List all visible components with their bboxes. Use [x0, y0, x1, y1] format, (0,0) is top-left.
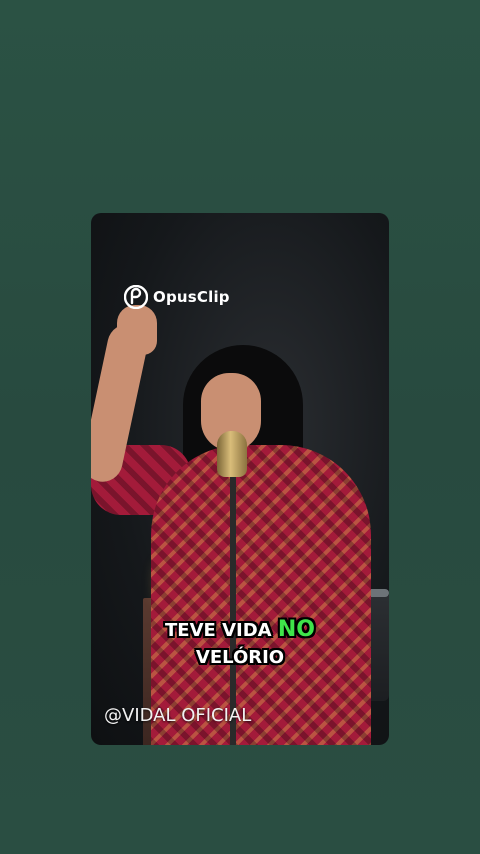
singer-hand: [117, 305, 157, 355]
singer-dress: [151, 445, 371, 745]
video-player[interactable]: OpusClip TEVE VIDA NO VELÓRIO @VIDAL OFI…: [91, 213, 389, 745]
microphone: [217, 431, 247, 477]
subtitle-caption: TEVE VIDA NO VELÓRIO: [91, 616, 389, 671]
caption-line-1-text: TEVE VIDA: [165, 620, 272, 641]
app-background: OpusClip TEVE VIDA NO VELÓRIO @VIDAL OFI…: [0, 0, 480, 854]
opusclip-logo-icon: [124, 285, 148, 309]
caption-line-1: TEVE VIDA NO: [91, 616, 389, 644]
watermark-label: OpusClip: [153, 288, 230, 306]
caption-line-2: VELÓRIO: [195, 647, 285, 668]
opusclip-watermark: OpusClip: [124, 285, 230, 309]
caption-highlight-word: NO: [277, 617, 315, 642]
channel-handle: @VIDAL OFICIAL: [104, 705, 252, 726]
